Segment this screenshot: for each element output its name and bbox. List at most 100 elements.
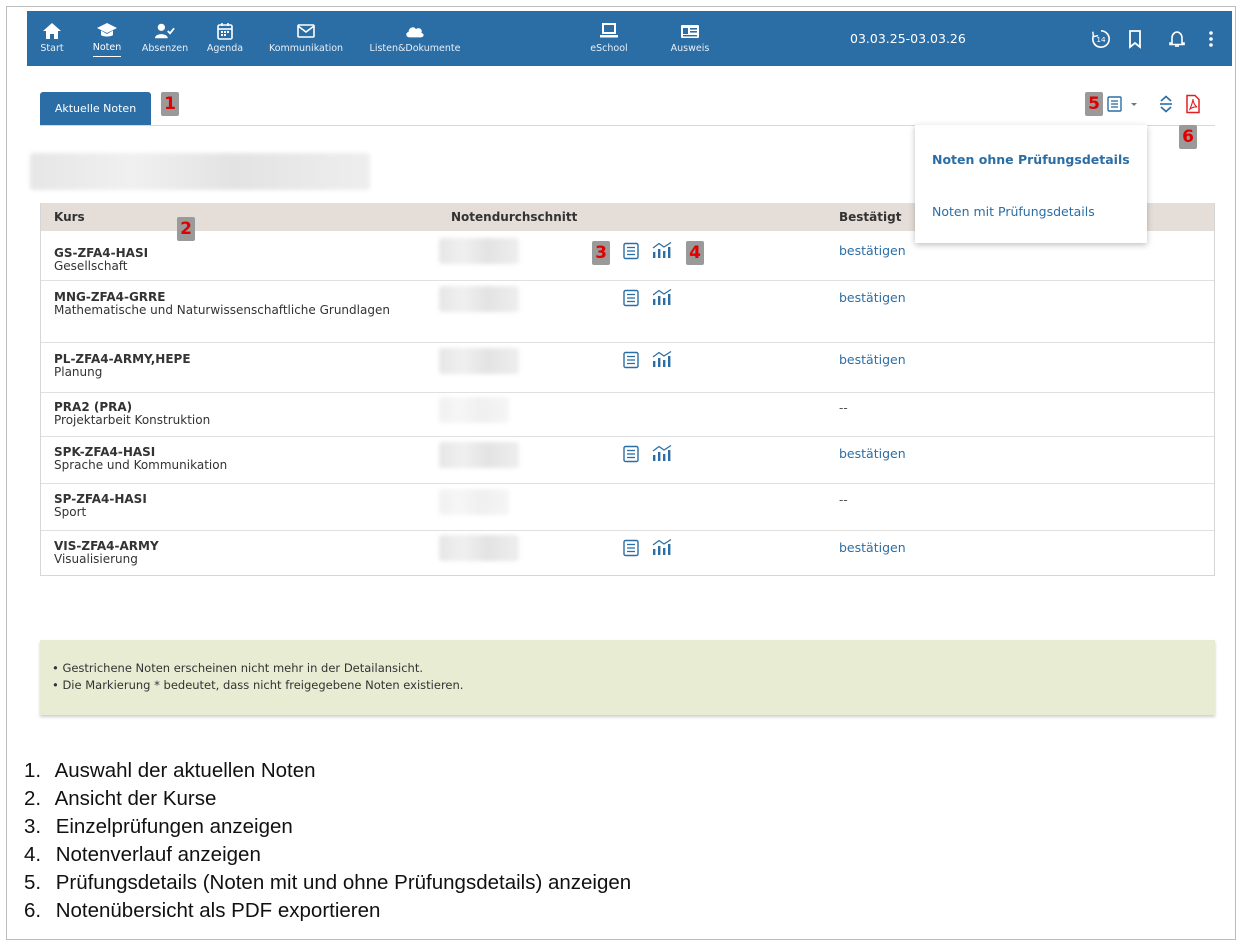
confirm-link[interactable]: bestätigen (839, 352, 906, 367)
legend-text: Prüfungsdetails (Noten mit und ohne Prüf… (55, 871, 632, 894)
list-details-icon (1107, 96, 1137, 112)
course-code: PL-ZFA4-ARMY,HEPE (54, 352, 191, 366)
legend-number: 5. (24, 871, 42, 894)
exam-list-icon[interactable] (622, 289, 640, 307)
grade-trend-chart-icon[interactable] (651, 241, 673, 259)
course-name: Visualisierung (54, 552, 138, 566)
legend-number: 3. (24, 815, 42, 838)
top-navigation-bar: Start Noten Absenzen Agenda Kommunikatio… (27, 11, 1232, 66)
grade-average-blurred (439, 286, 519, 312)
nav-label: Listen&Dokumente (369, 43, 461, 54)
confirm-link[interactable]: bestätigen (839, 540, 906, 555)
course-code: VIS-ZFA4-ARMY (54, 539, 159, 553)
annotation-marker-4: 4 (686, 241, 704, 265)
annotation-marker-6: 6 (1179, 125, 1197, 149)
exam-list-icon[interactable] (622, 445, 640, 463)
confirm-link[interactable]: bestätigen (839, 290, 906, 305)
exam-list-icon[interactable] (622, 242, 640, 260)
header-notendurchschnitt[interactable]: Notendurchschnitt (451, 203, 577, 231)
menu-item-noten-ohne-pruefungsdetails[interactable]: Noten ohne Prüfungsdetails (932, 152, 1130, 167)
info-notes-box: • Gestrichene Noten erscheinen nicht meh… (40, 640, 1215, 715)
timer-icon[interactable]: 14 (1090, 28, 1112, 50)
student-name-blurred (30, 153, 370, 190)
menu-item-noten-mit-pruefungsdetails[interactable]: Noten mit Prüfungsdetails (932, 204, 1095, 219)
course-code: SPK-ZFA4-HASI (54, 445, 156, 459)
calendar-icon (217, 23, 233, 40)
grade-average-blurred (439, 535, 519, 561)
nav-absenzen[interactable]: Absenzen (139, 11, 191, 66)
exam-details-dropdown-button[interactable] (1106, 95, 1144, 113)
header-bestaetigt[interactable]: Bestätigt (839, 203, 901, 231)
grade-trend-chart-icon[interactable] (651, 288, 673, 306)
expand-collapse-icon[interactable] (1157, 94, 1175, 114)
not-confirmable-dash: -- (839, 401, 848, 415)
nav-label: Agenda (206, 43, 244, 54)
course-name: Gesellschaft (54, 259, 128, 273)
grade-trend-chart-icon[interactable] (651, 538, 673, 556)
grade-average-blurred (439, 348, 519, 374)
annotation-marker-5: 5 (1085, 92, 1103, 116)
legend-text: Einzelprüfungen anzeigen (55, 815, 293, 838)
legend-item: 1. Auswahl der aktuellen Noten (24, 759, 316, 783)
course-name: Projektarbeit Konstruktion (54, 413, 211, 427)
nav-label: Ausweis (670, 43, 710, 54)
nav-agenda[interactable]: Agenda (203, 11, 247, 66)
nav-eschool[interactable]: eSchool (590, 11, 628, 66)
nav-label: Start (40, 43, 64, 54)
nav-start[interactable]: Start (37, 11, 67, 66)
header-kurs[interactable]: Kurs (54, 203, 85, 231)
bell-icon[interactable] (1166, 28, 1188, 50)
legend-number: 2. (24, 787, 42, 810)
nav-kommunikation[interactable]: Kommunikation (263, 11, 349, 66)
bookmark-icon[interactable] (1124, 28, 1146, 50)
legend-text: Auswahl der aktuellen Noten (54, 759, 316, 782)
tab-aktuelle-noten[interactable]: Aktuelle Noten (40, 92, 151, 125)
pdf-export-icon[interactable] (1184, 94, 1202, 114)
more-vertical-icon[interactable] (1200, 28, 1222, 50)
exam-list-icon[interactable] (622, 351, 640, 369)
home-icon (43, 23, 61, 39)
note-line: • Gestrichene Noten erscheinen nicht meh… (52, 661, 423, 675)
legend-number: 6. (24, 899, 42, 922)
not-confirmable-dash: -- (839, 493, 848, 507)
nav-listen-dokumente[interactable]: Listen&Dokumente (362, 11, 468, 66)
course-code: SP-ZFA4-HASI (54, 492, 147, 506)
user-check-icon (155, 23, 175, 39)
confirm-link[interactable]: bestätigen (839, 243, 906, 258)
legend-text: Ansicht der Kurse (54, 787, 217, 810)
course-name: Sport (54, 505, 87, 519)
legend-number: 4. (24, 843, 42, 866)
grade-trend-chart-icon[interactable] (651, 444, 673, 462)
exam-list-icon[interactable] (622, 539, 640, 557)
course-code: PRA2 (PRA) (54, 400, 133, 414)
timer-badge-text: 14 (1096, 35, 1106, 44)
annotation-marker-1: 1 (161, 92, 179, 116)
legend-number: 1. (24, 759, 42, 782)
nav-ausweis[interactable]: Ausweis (668, 11, 712, 66)
laptop-icon (600, 23, 618, 38)
grade-average-blurred (439, 238, 519, 264)
nav-label: Noten (92, 42, 122, 57)
table-row: MNG-ZFA4-GRRE Mathematische und Naturwis… (41, 281, 1214, 343)
legend-text: Notenübersicht als PDF exportieren (55, 899, 381, 922)
annotation-marker-2: 2 (177, 217, 195, 241)
cloud-icon (406, 27, 424, 38)
grade-average-blurred (439, 397, 509, 423)
grade-trend-chart-icon[interactable] (651, 350, 673, 368)
legend-item: 4. Notenverlauf anzeigen (24, 843, 261, 867)
course-code: MNG-ZFA4-GRRE (54, 290, 166, 304)
legend-item: 5. Prüfungsdetails (Noten mit und ohne P… (24, 871, 631, 895)
confirm-link[interactable]: bestätigen (839, 446, 906, 461)
nav-label: Kommunikation (268, 43, 344, 54)
course-name: Planung (54, 365, 103, 379)
course-code: GS-ZFA4-HASI (54, 246, 149, 260)
grade-average-blurred (439, 489, 509, 515)
legend-text: Notenverlauf anzeigen (55, 843, 261, 866)
nav-label: Absenzen (141, 43, 189, 54)
school-year-date-range[interactable]: 03.03.25-03.03.26 (850, 11, 966, 66)
legend-item: 3. Einzelprüfungen anzeigen (24, 815, 293, 839)
legend-item: 6. Notenübersicht als PDF exportieren (24, 899, 380, 923)
course-name: Mathematische und Naturwissenschaftliche… (54, 303, 390, 317)
id-card-icon (681, 25, 699, 38)
nav-noten[interactable]: Noten (85, 11, 129, 66)
